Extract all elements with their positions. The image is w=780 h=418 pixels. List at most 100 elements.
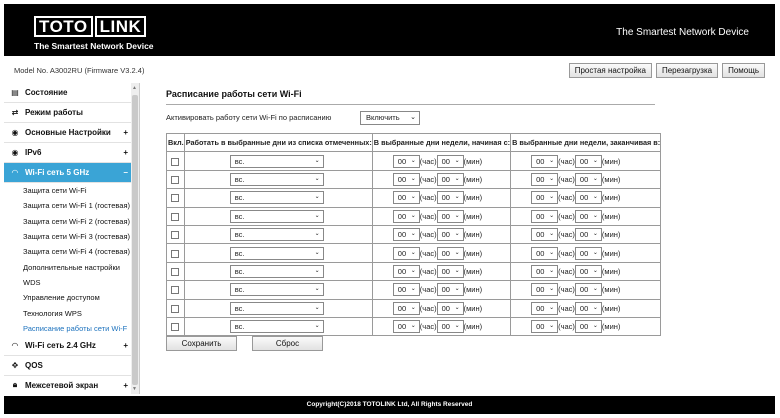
end-hour-select[interactable]: 00 ⌄ [531, 301, 559, 315]
reboot-button[interactable]: Перезагрузка [655, 63, 719, 78]
reset-button[interactable]: Сброс [252, 336, 323, 351]
end-hour-select[interactable]: 00 ⌄ [531, 154, 559, 168]
end-hour-select[interactable]: 00 ⌄ [531, 191, 559, 205]
day-select[interactable]: вс. ⌄ [229, 228, 324, 242]
sidebar-subitem-wds[interactable]: WDS [4, 275, 132, 290]
end-minute-select[interactable]: 00 ⌄ [574, 172, 602, 186]
start-minute-select[interactable]: 00 ⌄ [436, 283, 464, 297]
start-minute-select[interactable]: 00 ⌄ [436, 301, 464, 315]
day-select[interactable]: вс. ⌄ [229, 154, 324, 168]
start-minute-select[interactable]: 00 ⌄ [436, 209, 464, 223]
sidebar-item-wifi24[interactable]: ◠ Wi-Fi сеть 2.4 GHz + [4, 336, 132, 356]
table-row: вс. ⌄ 00 ⌄ (час) 00 ⌄ (мин) 00 ⌄ (час) 00 ⌄ (мин) [166, 316, 662, 337]
start-minute-select[interactable]: 00 ⌄ [436, 154, 464, 168]
sidebar-subitem-wifi-security[interactable]: Защита сети Wi-Fi [4, 183, 132, 198]
enable-checkbox[interactable] [171, 212, 179, 221]
start-minute-select[interactable]: 00 ⌄ [436, 264, 464, 278]
end-minute-select[interactable]: 00 ⌄ [574, 264, 602, 278]
enable-checkbox[interactable] [171, 231, 179, 240]
end-hour-select[interactable]: 00 ⌄ [531, 283, 559, 297]
start-hour-select[interactable]: 00 ⌄ [392, 209, 420, 223]
enable-checkbox[interactable] [171, 194, 179, 203]
end-minute-select[interactable]: 00 ⌄ [574, 246, 602, 260]
sidebar-item-qos[interactable]: ✥ QOS [4, 356, 132, 376]
sidebar-subitem-schedule[interactable]: Расписание работы сети Wi-F [4, 321, 132, 336]
end-cell: 00 ⌄ (час) 00 ⌄ (мин) [510, 151, 662, 171]
start-minute-select[interactable]: 00 ⌄ [436, 320, 464, 334]
start-hour-select-value: 00 [397, 322, 407, 332]
scroll-down-icon[interactable]: ▼ [132, 386, 137, 392]
enable-checkbox[interactable] [171, 157, 179, 166]
start-minute-select[interactable]: 00 ⌄ [436, 191, 464, 205]
sidebar-item-ipv6[interactable]: ◉ IPv6 + [4, 143, 132, 163]
start-hour-select[interactable]: 00 ⌄ [392, 283, 420, 297]
end-hour-select[interactable]: 00 ⌄ [531, 320, 559, 334]
save-button[interactable]: Сохранить [166, 336, 237, 351]
sidebar-item-wifi5[interactable]: ◠ Wi-Fi сеть 5 GHz – [4, 163, 132, 183]
chevron-down-icon: ⌄ [410, 286, 416, 293]
end-hour-select[interactable]: 00 ⌄ [531, 172, 559, 186]
start-hour-select[interactable]: 00 ⌄ [392, 246, 420, 260]
end-minute-select[interactable]: 00 ⌄ [574, 283, 602, 297]
day-select[interactable]: вс. ⌄ [229, 301, 324, 315]
enable-checkbox[interactable] [171, 323, 179, 332]
day-select[interactable]: вс. ⌄ [229, 246, 324, 260]
day-select[interactable]: вс. ⌄ [229, 264, 324, 278]
start-minute-select[interactable]: 00 ⌄ [436, 172, 464, 186]
sidebar-item-mode[interactable]: ⇄ Режим работы [4, 103, 132, 123]
start-hour-select[interactable]: 00 ⌄ [392, 191, 420, 205]
chevron-down-icon: ⌄ [549, 267, 555, 274]
sidebar-item-status[interactable]: ▤ Состояние [4, 83, 132, 103]
sidebar-subitem-advanced[interactable]: Дополнительные настройки [4, 259, 132, 274]
minute-unit: (мин) [601, 303, 621, 313]
start-hour-select[interactable]: 00 ⌄ [392, 301, 420, 315]
title-divider [166, 104, 655, 105]
minute-unit: (мин) [463, 266, 483, 276]
end-minute-select[interactable]: 00 ⌄ [574, 228, 602, 242]
sidebar-subitem-wifi-guest2[interactable]: Защита сети Wi-Fi 2 (гостевая) [4, 214, 132, 229]
start-hour-select[interactable]: 00 ⌄ [392, 264, 420, 278]
day-select[interactable]: вс. ⌄ [229, 283, 324, 297]
end-minute-select[interactable]: 00 ⌄ [574, 209, 602, 223]
help-button[interactable]: Помощь [722, 63, 765, 78]
start-minute-select[interactable]: 00 ⌄ [436, 246, 464, 260]
sidebar-scrollbar[interactable]: ▲ ▼ [131, 83, 139, 394]
end-hour-select[interactable]: 00 ⌄ [531, 209, 559, 223]
col-start: В выбранные дни недели, начиная с: [371, 132, 512, 153]
end-minute-select[interactable]: 00 ⌄ [574, 154, 602, 168]
sidebar-subitem-wps[interactable]: Технология WPS [4, 305, 132, 320]
scrollbar-thumb[interactable] [132, 95, 138, 385]
start-hour-select-value: 00 [397, 285, 407, 295]
sidebar-subitem-access-control[interactable]: Управление доступом [4, 290, 132, 305]
sidebar-item-basic[interactable]: ◉ Основные Настройки + [4, 123, 132, 143]
quick-setup-button[interactable]: Простая настройка [568, 63, 652, 78]
end-hour-select[interactable]: 00 ⌄ [531, 246, 559, 260]
start-hour-select[interactable]: 00 ⌄ [392, 172, 420, 186]
end-minute-select[interactable]: 00 ⌄ [574, 320, 602, 334]
start-hour-select[interactable]: 00 ⌄ [392, 320, 420, 334]
start-minute-select[interactable]: 00 ⌄ [436, 228, 464, 242]
day-select[interactable]: вс. ⌄ [229, 191, 324, 205]
sidebar-subitem-wifi-guest3[interactable]: Защита сети Wi-Fi 3 (гостевая) [4, 229, 132, 244]
sidebar-subitem-wifi-guest4[interactable]: Защита сети Wi-Fi 4 (гостевая) [4, 244, 132, 259]
end-hour-select[interactable]: 00 ⌄ [531, 264, 559, 278]
sidebar-item-firewall[interactable]: 🔒︎ Межсетевой экран + [4, 376, 132, 394]
enable-checkbox[interactable] [171, 304, 179, 313]
start-hour-select[interactable]: 00 ⌄ [392, 228, 420, 242]
enable-checkbox[interactable] [171, 249, 179, 258]
enable-checkbox[interactable] [171, 267, 179, 276]
enable-checkbox[interactable] [171, 286, 179, 295]
day-select[interactable]: вс. ⌄ [229, 172, 324, 186]
end-minute-select-value: 00 [579, 174, 589, 184]
day-select[interactable]: вс. ⌄ [229, 320, 324, 334]
end-minute-select[interactable]: 00 ⌄ [574, 301, 602, 315]
scroll-up-icon[interactable]: ▲ [132, 85, 137, 91]
start-hour-select[interactable]: 00 ⌄ [392, 154, 420, 168]
sidebar-subitem-wifi-guest1[interactable]: Защита сети Wi-Fi 1 (гостевая) [4, 198, 132, 213]
activate-select[interactable]: Включить ⌄ [360, 111, 420, 125]
end-cell: 00 ⌄ (час) 00 ⌄ (мин) [510, 206, 662, 226]
day-select[interactable]: вс. ⌄ [229, 209, 324, 223]
end-minute-select[interactable]: 00 ⌄ [574, 191, 602, 205]
enable-checkbox[interactable] [171, 175, 179, 184]
end-hour-select[interactable]: 00 ⌄ [531, 228, 559, 242]
